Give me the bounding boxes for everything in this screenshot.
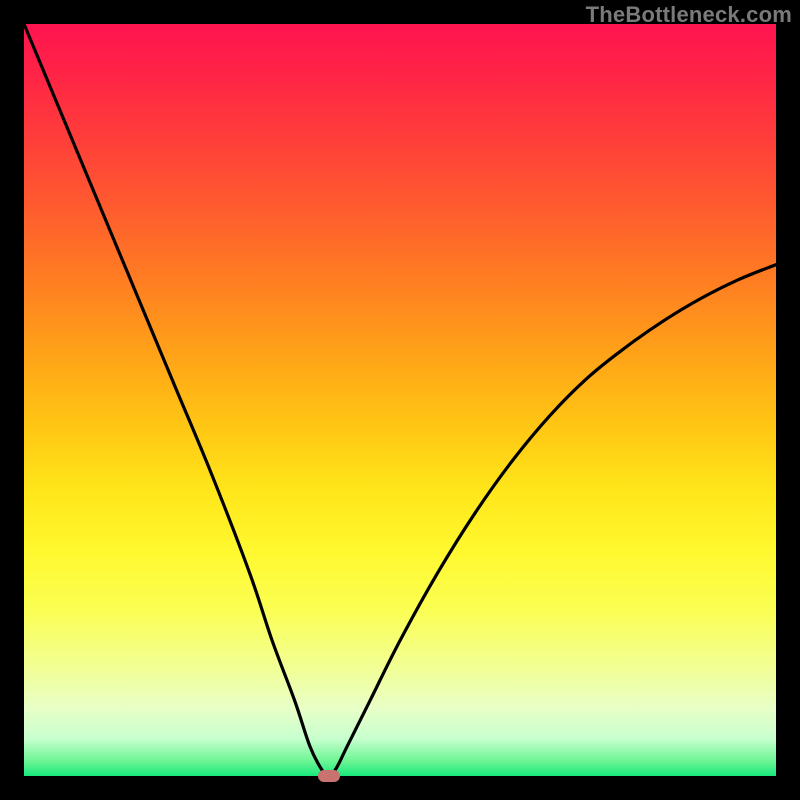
plot-area xyxy=(24,24,776,776)
bottleneck-curve-path xyxy=(24,24,776,776)
watermark-text: TheBottleneck.com xyxy=(586,2,792,28)
curve-svg xyxy=(24,24,776,776)
optimum-marker xyxy=(318,770,340,782)
chart-frame: TheBottleneck.com xyxy=(0,0,800,800)
